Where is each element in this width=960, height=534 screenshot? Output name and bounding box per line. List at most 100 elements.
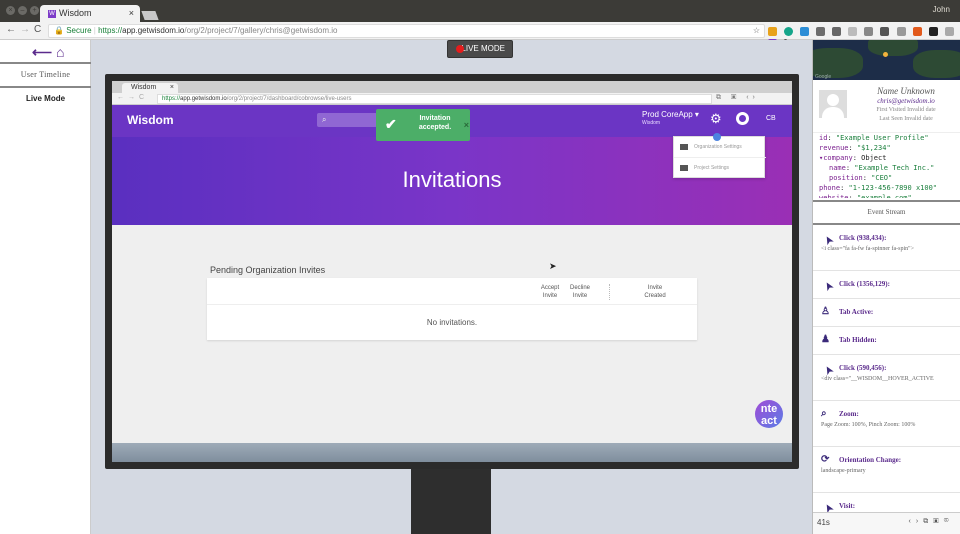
invitations-content: Pending Organization Invites Accept Invi… xyxy=(112,225,792,443)
elapsed-time: 41s xyxy=(817,518,830,527)
json-line: website: "example.com" xyxy=(819,194,912,198)
replay-address-bar: https://app.getwisdom.io/org/2/project/7… xyxy=(157,94,712,104)
event-stream-title: Event Stream xyxy=(813,200,960,225)
extension-icon[interactable] xyxy=(816,26,826,36)
extension-icon[interactable] xyxy=(768,26,777,36)
column-decline-invite: Decline Invite xyxy=(569,285,590,299)
profile-first-visited: First Visited Invalid date xyxy=(876,107,936,113)
checkmark-icon: ✔ xyxy=(385,116,397,132)
image-icon[interactable]: ▣ xyxy=(933,518,943,525)
folder-icon xyxy=(680,165,688,171)
column-invite-created: Invite Created xyxy=(644,285,666,299)
user-profile-panel: Google Name Unknown chris@getwisdom.io F… xyxy=(812,40,960,534)
live-mode-button[interactable]: LIVE MODE xyxy=(447,40,513,58)
extension-icon[interactable] xyxy=(928,26,938,36)
menu-item-organization-settings: Organization Settings xyxy=(674,137,766,157)
no-invitations-text: No invitations. xyxy=(426,318,478,327)
event-item[interactable]: ♟ Tab Hidden: xyxy=(813,327,960,355)
avatar xyxy=(819,90,847,118)
new-tab-button[interactable] xyxy=(141,11,159,20)
replay-monitor: Wisdom × ←→C https://app.getwisdom.io/or… xyxy=(105,74,799,469)
event-detail: landscape-primary xyxy=(821,468,866,474)
event-item[interactable]: ➤ Visit: xyxy=(813,493,960,512)
monitor-stand xyxy=(411,469,491,534)
reload-icon[interactable]: C xyxy=(34,24,41,35)
browser-tab[interactable]: W Wisdom × xyxy=(40,5,140,22)
home-icon[interactable]: ⌂ xyxy=(56,44,64,60)
replay-tab: Wisdom × xyxy=(122,83,178,93)
close-window-icon[interactable]: × xyxy=(6,6,15,15)
bookmark-star-icon[interactable]: ☆ xyxy=(753,25,760,37)
close-tab-icon[interactable]: × xyxy=(129,5,134,22)
extension-icon[interactable] xyxy=(912,26,922,36)
timeline-nav: ⟵ ⌂ xyxy=(32,44,64,61)
settings-dropdown: Organization Settings Project Settings xyxy=(673,133,766,178)
address-bar[interactable]: 🔒 Secure | https://app.getwisdom.io/org/… xyxy=(48,24,765,38)
url-scheme: https:// xyxy=(98,26,123,35)
location-map[interactable]: Google xyxy=(813,40,960,80)
secure-label: Secure xyxy=(66,26,92,35)
json-line: name: "Example Tech Inc." xyxy=(829,164,935,172)
event-item[interactable]: ♙ Tab Active: xyxy=(813,299,960,327)
json-line: id: "Example User Profile" xyxy=(819,134,929,142)
event-stream-list[interactable]: ➤ Click (938,434): <i class="fa fa-fw fa-s… xyxy=(813,225,960,512)
replay-org-name: Wisdom xyxy=(642,120,661,126)
lock-icon: 🔒 xyxy=(54,26,64,35)
profile-json-view[interactable]: id: "Example User Profile" revenue: "$1,2… xyxy=(813,132,960,198)
external-link-icon[interactable]: ⧉ xyxy=(923,518,933,525)
event-item[interactable]: ⌕ Zoom: Page Zoom: 100%, Pinch Zoom: 100% xyxy=(813,401,960,447)
profile-email[interactable]: chris@getwisdom.io xyxy=(853,97,959,105)
event-title: Click (1356,129): xyxy=(839,280,890,288)
browser-user-name[interactable]: John xyxy=(933,5,950,14)
gear-icon: ⚙ xyxy=(710,111,722,126)
json-line: phone: "1-123-456-7890 x100" xyxy=(819,184,938,192)
extension-icon[interactable] xyxy=(800,26,810,36)
remote-cursor-icon: ➤ xyxy=(549,261,557,271)
extension-icon[interactable] xyxy=(944,26,954,36)
forward-arrow-icon[interactable]: → xyxy=(20,24,30,35)
user-timeline-title: User Timeline xyxy=(0,62,91,88)
user-timeline-panel: ⟵ ⌂ User Timeline Live Mode xyxy=(0,40,91,534)
event-title: Click (590,456): xyxy=(839,364,887,372)
event-title: Zoom: xyxy=(839,410,859,418)
replay-project-name: Prod CoreApp ▾ xyxy=(642,110,699,119)
user-x-icon: ♟ xyxy=(821,334,830,345)
pointer-icon: ➤ xyxy=(822,279,837,293)
replay-toolbar-icons: ⧉ ▣ ‹› xyxy=(716,94,759,101)
back-arrow-icon[interactable]: ⟵ xyxy=(32,44,52,60)
zoom-icon: ⌕ xyxy=(821,408,827,419)
event-title: Click (938,434): xyxy=(839,234,887,242)
timeline-item-live-mode[interactable]: Live Mode xyxy=(0,94,91,103)
visit-icon: ➤ xyxy=(822,501,837,512)
extension-icon[interactable] xyxy=(864,26,874,36)
event-item[interactable]: ➤ Click (938,434): <i class="fa fa-fw fa-s… xyxy=(813,225,960,271)
json-line: revenue: "$1,234" xyxy=(819,144,891,152)
code-icon[interactable]: ‹› xyxy=(909,518,924,525)
event-item[interactable]: ➤ Click (1356,129): xyxy=(813,271,960,299)
link-icon[interactable]: ⚭ xyxy=(944,518,954,525)
maximize-window-icon[interactable]: + xyxy=(30,6,39,15)
extension-icon[interactable] xyxy=(880,26,890,36)
url-host: app.getwisdom.io xyxy=(122,26,185,35)
event-detail: <i class="fa fa-fw fa-spinner fa-spin"> xyxy=(821,246,915,252)
replay-user-initials: CB xyxy=(766,115,776,122)
help-lifebuoy-icon xyxy=(736,112,749,125)
profile-last-seen: Last Seen Invalid date xyxy=(879,116,933,122)
event-item[interactable]: ⟳ Orientation Change: landscape-primary xyxy=(813,447,960,493)
event-item[interactable]: ➤ Click (590,456): <div class="__WISDOM__H… xyxy=(813,355,960,401)
replay-brand: Wisdom xyxy=(127,113,174,127)
event-title: Tab Hidden: xyxy=(839,336,877,344)
wisdom-favicon-icon: W xyxy=(48,9,56,18)
back-arrow-icon[interactable]: ← xyxy=(6,24,16,35)
extension-icon[interactable] xyxy=(896,26,906,36)
extension-icon[interactable] xyxy=(832,26,842,36)
event-title: Orientation Change: xyxy=(839,456,902,464)
invitation-toast: ✔ Invitation accepted. × xyxy=(376,109,470,141)
record-dot-icon xyxy=(456,45,464,53)
folder-icon xyxy=(680,144,688,150)
window-titlebar: × – + W Wisdom × John xyxy=(0,0,960,22)
minimize-window-icon[interactable]: – xyxy=(18,6,27,15)
extension-icon[interactable] xyxy=(848,26,858,36)
extension-icon[interactable] xyxy=(784,26,794,36)
live-mode-label: LIVE MODE xyxy=(461,44,505,53)
